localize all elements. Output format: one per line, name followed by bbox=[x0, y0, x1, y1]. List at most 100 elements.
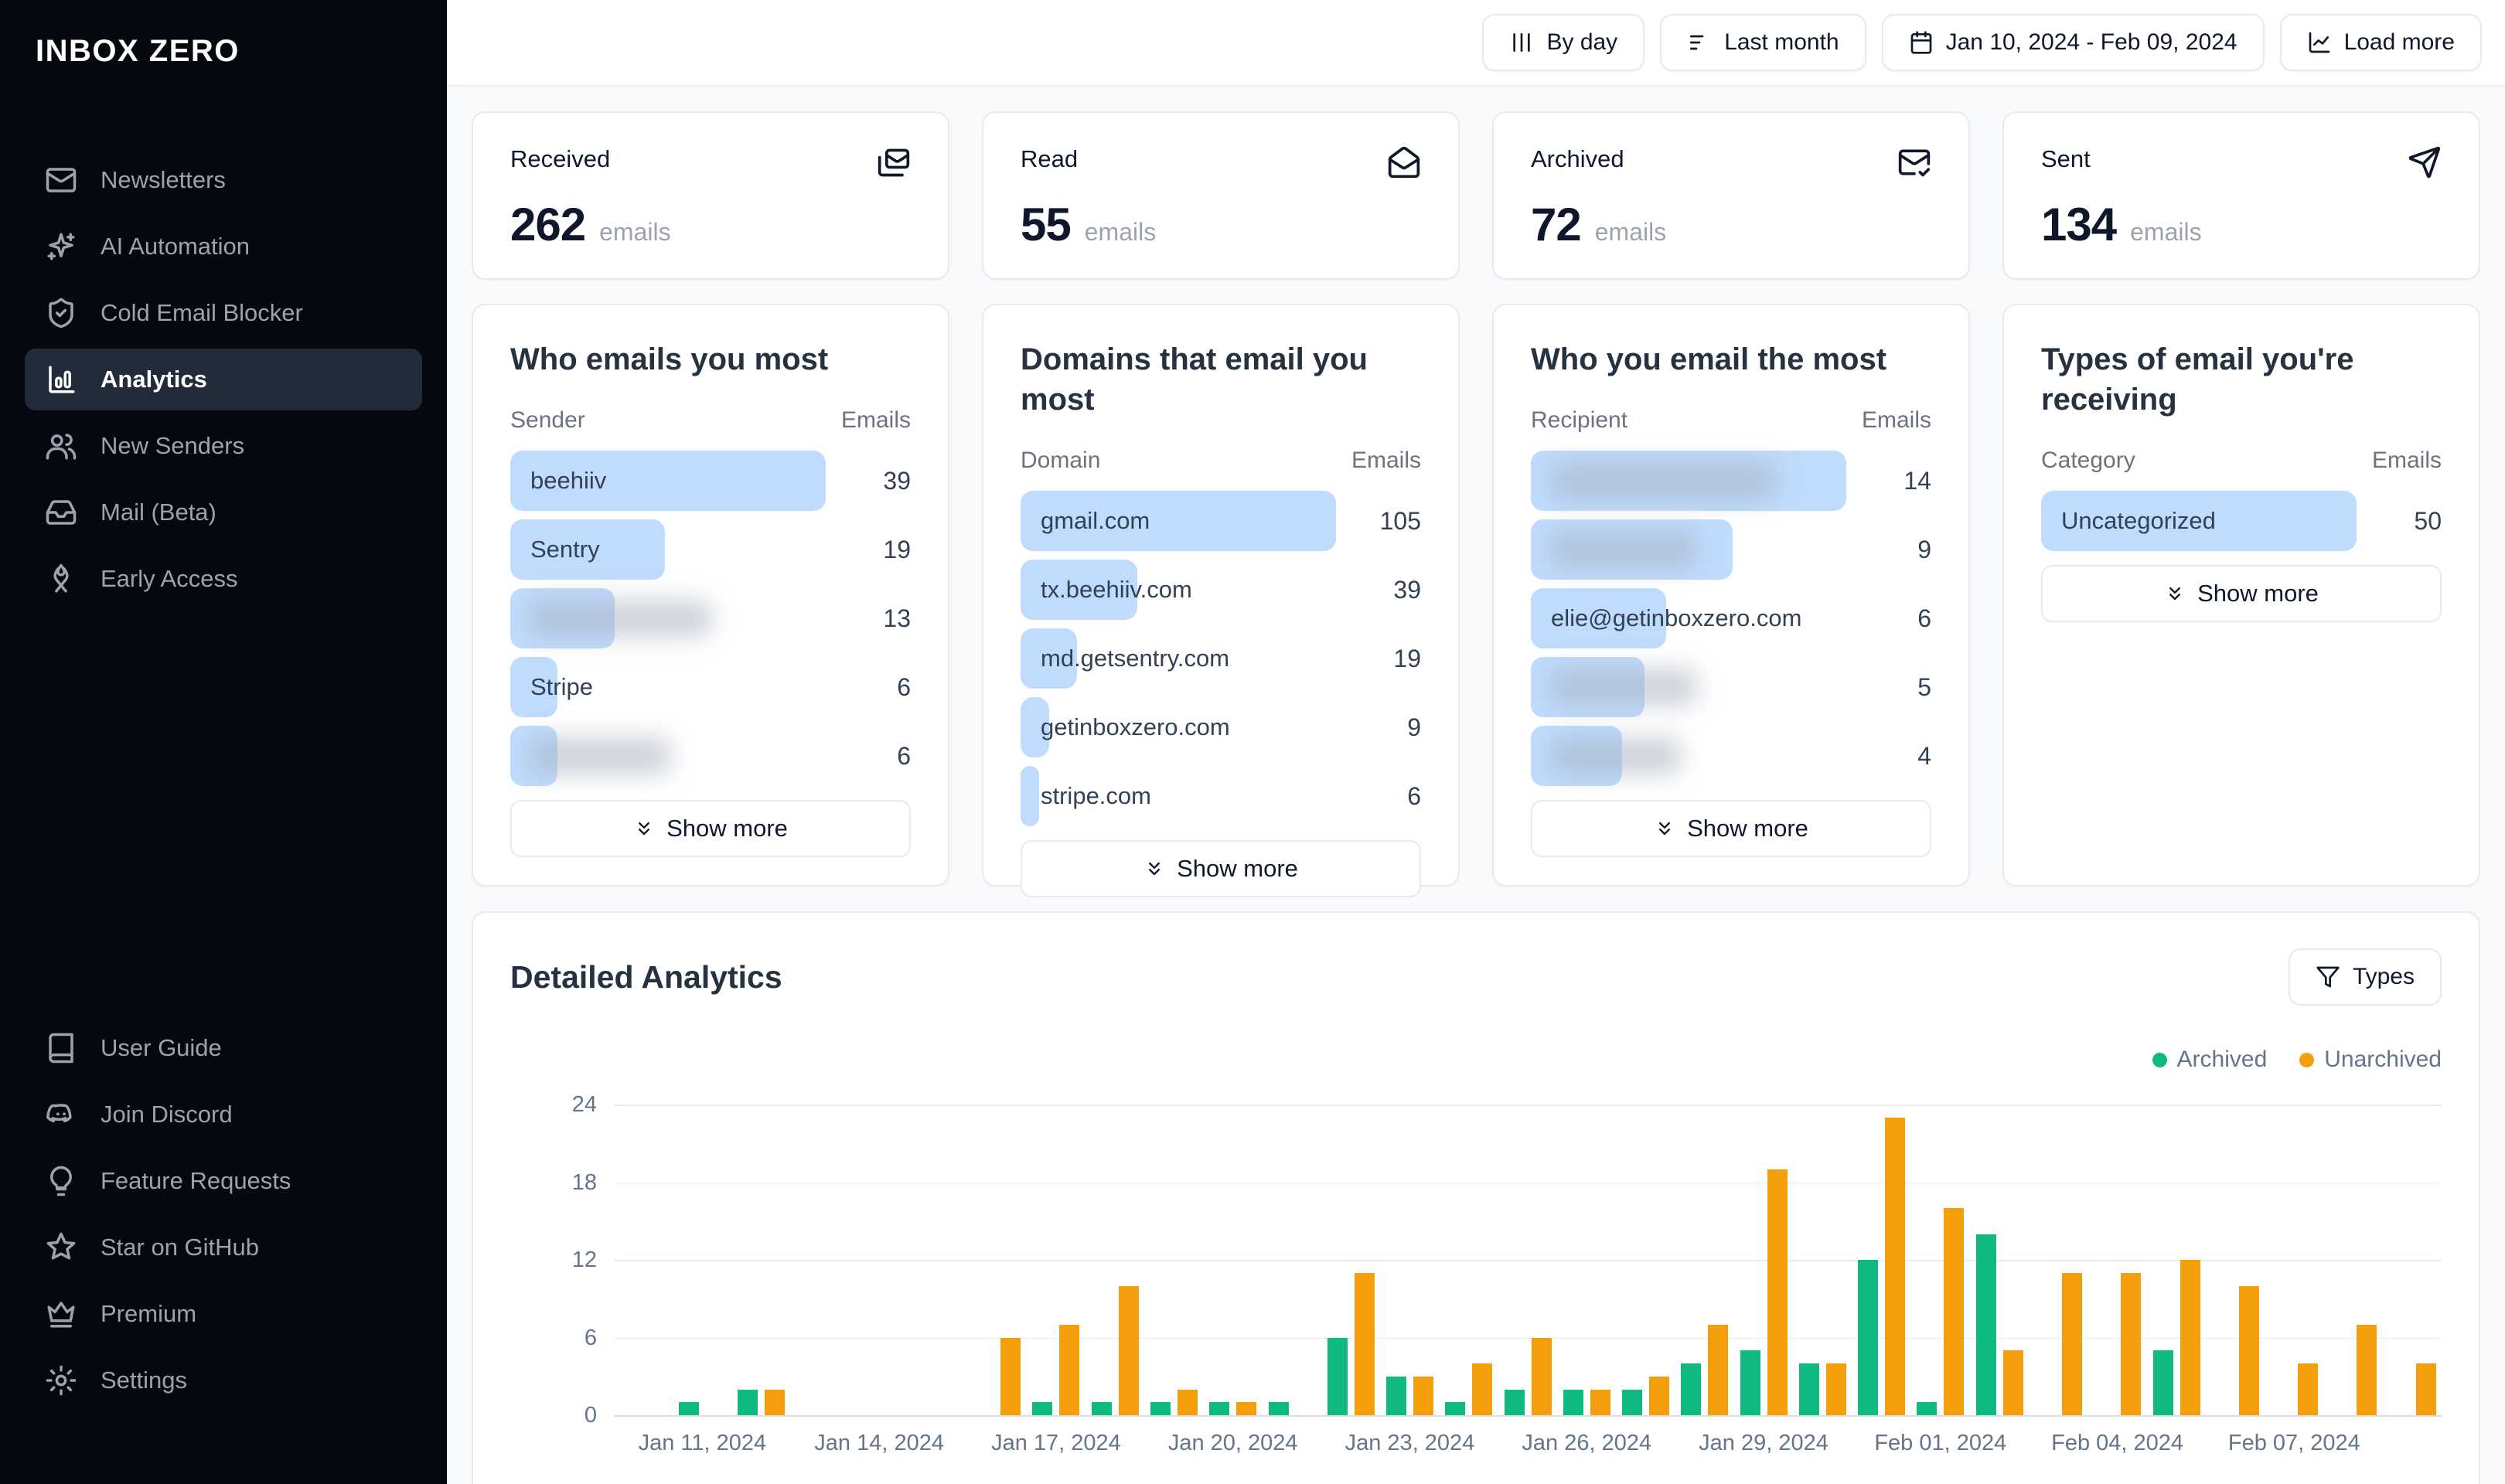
chart-day-feb-06-2024[interactable] bbox=[2206, 1104, 2265, 1415]
archived-bar[interactable] bbox=[1975, 1234, 1996, 1415]
archived-bar[interactable] bbox=[1858, 1260, 1879, 1415]
table-row[interactable]: 14 bbox=[1531, 449, 1931, 512]
sidebar-item-analytics[interactable]: Analytics bbox=[25, 349, 422, 410]
show-more-button[interactable]: Show more bbox=[1531, 800, 1931, 857]
chart-day-jan-12-2024[interactable] bbox=[732, 1104, 791, 1415]
chart-day-feb-05-2024[interactable] bbox=[2147, 1104, 2206, 1415]
sidebar-item-settings[interactable]: Settings bbox=[25, 1350, 422, 1411]
unarchived-bar[interactable] bbox=[2238, 1285, 2259, 1415]
chart-day-jan-25-2024[interactable] bbox=[1498, 1104, 1557, 1415]
chart-day-feb-08-2024[interactable] bbox=[2324, 1104, 2383, 1415]
table-row[interactable]: stripe.com 6 bbox=[1021, 764, 1421, 828]
chart-day-feb-04-2024[interactable] bbox=[2088, 1104, 2147, 1415]
table-row[interactable]: gmail.com 105 bbox=[1021, 489, 1421, 553]
sidebar-item-early-access[interactable]: Early Access bbox=[25, 548, 422, 610]
unarchived-bar[interactable] bbox=[1767, 1169, 1788, 1415]
chart-day-jan-15-2024[interactable] bbox=[908, 1104, 967, 1415]
unarchived-bar[interactable] bbox=[2415, 1363, 2436, 1415]
sidebar-item-user-guide[interactable]: User Guide bbox=[25, 1017, 422, 1079]
unarchived-bar[interactable] bbox=[2298, 1363, 2319, 1415]
unarchived-bar[interactable] bbox=[2121, 1272, 2142, 1415]
chart-day-feb-02-2024[interactable] bbox=[1970, 1104, 2029, 1415]
table-row[interactable]: getinboxzero.com 9 bbox=[1021, 696, 1421, 759]
chart-day-jan-21-2024[interactable] bbox=[1263, 1104, 1321, 1415]
table-row[interactable]: Sentry 19 bbox=[510, 518, 911, 581]
unarchived-bar[interactable] bbox=[2062, 1272, 2082, 1415]
table-row[interactable]: Stripe 6 bbox=[510, 655, 911, 719]
unarchived-bar[interactable] bbox=[2180, 1260, 2200, 1415]
unarchived-bar[interactable] bbox=[1531, 1337, 1552, 1415]
chart-day-jan-22-2024[interactable] bbox=[1321, 1104, 1380, 1415]
table-row[interactable]: beehiiv 39 bbox=[510, 449, 911, 512]
archived-bar[interactable] bbox=[1740, 1350, 1760, 1415]
archived-bar[interactable] bbox=[1209, 1402, 1230, 1415]
load-more-button[interactable]: Load more bbox=[2279, 14, 2482, 71]
sidebar-item-cold-email-blocker[interactable]: Cold Email Blocker bbox=[25, 282, 422, 344]
chart-day-jan-18-2024[interactable] bbox=[1086, 1104, 1144, 1415]
archived-bar[interactable] bbox=[1268, 1402, 1289, 1415]
unarchived-bar[interactable] bbox=[1354, 1272, 1375, 1415]
table-row[interactable]: elie@getinboxzero.com 6 bbox=[1531, 587, 1931, 650]
archived-bar[interactable] bbox=[1622, 1389, 1643, 1415]
chart-day-jan-20-2024[interactable] bbox=[1204, 1104, 1263, 1415]
date-range-button[interactable]: Jan 10, 2024 - Feb 09, 2024 bbox=[1881, 14, 2265, 71]
archived-bar[interactable] bbox=[738, 1389, 758, 1415]
chart-day-jan-29-2024[interactable] bbox=[1734, 1104, 1793, 1415]
chart-day-jan-30-2024[interactable] bbox=[1793, 1104, 1852, 1415]
sidebar-item-star-on-github[interactable]: Star on GitHub bbox=[25, 1217, 422, 1278]
unarchived-bar[interactable] bbox=[1413, 1376, 1434, 1415]
table-row[interactable]: tx.beehiiv.com 39 bbox=[1021, 558, 1421, 621]
chart-day-jan-23-2024[interactable] bbox=[1380, 1104, 1439, 1415]
archived-bar[interactable] bbox=[1798, 1363, 1819, 1415]
unarchived-bar[interactable] bbox=[1000, 1337, 1021, 1415]
types-filter-button[interactable]: Types bbox=[2288, 948, 2442, 1006]
by-day-button[interactable]: By day bbox=[1482, 14, 1645, 71]
archived-bar[interactable] bbox=[678, 1402, 699, 1415]
unarchived-bar[interactable] bbox=[1649, 1376, 1670, 1415]
chart-day-feb-09-2024[interactable] bbox=[2383, 1104, 2442, 1415]
chart-day-jan-11-2024[interactable] bbox=[673, 1104, 731, 1415]
sidebar-item-ai-automation[interactable]: AI Automation bbox=[25, 216, 422, 277]
archived-bar[interactable] bbox=[1681, 1363, 1702, 1415]
unarchived-bar[interactable] bbox=[1708, 1324, 1729, 1415]
chart-day-jan-14-2024[interactable] bbox=[850, 1104, 908, 1415]
chart-day-jan-17-2024[interactable] bbox=[1027, 1104, 1086, 1415]
sidebar-item-newsletters[interactable]: Newsletters bbox=[25, 149, 422, 211]
unarchived-bar[interactable] bbox=[1590, 1389, 1610, 1415]
unarchived-bar[interactable] bbox=[1825, 1363, 1846, 1415]
sidebar-item-feature-requests[interactable]: Feature Requests bbox=[25, 1150, 422, 1212]
chart-day-feb-07-2024[interactable] bbox=[2265, 1104, 2323, 1415]
legend-item-archived[interactable]: Archived bbox=[2152, 1047, 2267, 1073]
archived-bar[interactable] bbox=[1150, 1402, 1171, 1415]
unarchived-bar[interactable] bbox=[1472, 1363, 1493, 1415]
chart-day-feb-03-2024[interactable] bbox=[2029, 1104, 2088, 1415]
last-month-button[interactable]: Last month bbox=[1660, 14, 1866, 71]
show-more-button[interactable]: Show more bbox=[1021, 840, 1421, 897]
table-row[interactable]: 4 bbox=[1531, 724, 1931, 788]
chart-day-jan-27-2024[interactable] bbox=[1617, 1104, 1675, 1415]
archived-bar[interactable] bbox=[1327, 1337, 1348, 1415]
unarchived-bar[interactable] bbox=[765, 1389, 786, 1415]
archived-bar[interactable] bbox=[2152, 1350, 2173, 1415]
legend-item-unarchived[interactable]: Unarchived bbox=[2299, 1047, 2442, 1073]
unarchived-bar[interactable] bbox=[1944, 1208, 1965, 1415]
table-row[interactable]: 13 bbox=[510, 587, 911, 650]
table-row[interactable]: Uncategorized 50 bbox=[2041, 489, 2442, 553]
chart-day-jan-16-2024[interactable] bbox=[968, 1104, 1027, 1415]
unarchived-bar[interactable] bbox=[1059, 1324, 1080, 1415]
chart-day-jan-24-2024[interactable] bbox=[1440, 1104, 1498, 1415]
chart-day-feb-01-2024[interactable] bbox=[1911, 1104, 1970, 1415]
unarchived-bar[interactable] bbox=[1178, 1389, 1198, 1415]
archived-bar[interactable] bbox=[1563, 1389, 1583, 1415]
archived-bar[interactable] bbox=[1504, 1389, 1525, 1415]
chart-day-jan-28-2024[interactable] bbox=[1675, 1104, 1734, 1415]
archived-bar[interactable] bbox=[1386, 1376, 1407, 1415]
archived-bar[interactable] bbox=[1032, 1402, 1053, 1415]
unarchived-bar[interactable] bbox=[2002, 1350, 2023, 1415]
sidebar-item-premium[interactable]: Premium bbox=[25, 1283, 422, 1345]
unarchived-bar[interactable] bbox=[1885, 1117, 1906, 1415]
table-row[interactable]: md.getsentry.com 19 bbox=[1021, 627, 1421, 690]
chart-day-jan-13-2024[interactable] bbox=[791, 1104, 850, 1415]
show-more-button[interactable]: Show more bbox=[2041, 565, 2442, 622]
unarchived-bar[interactable] bbox=[1118, 1285, 1139, 1415]
